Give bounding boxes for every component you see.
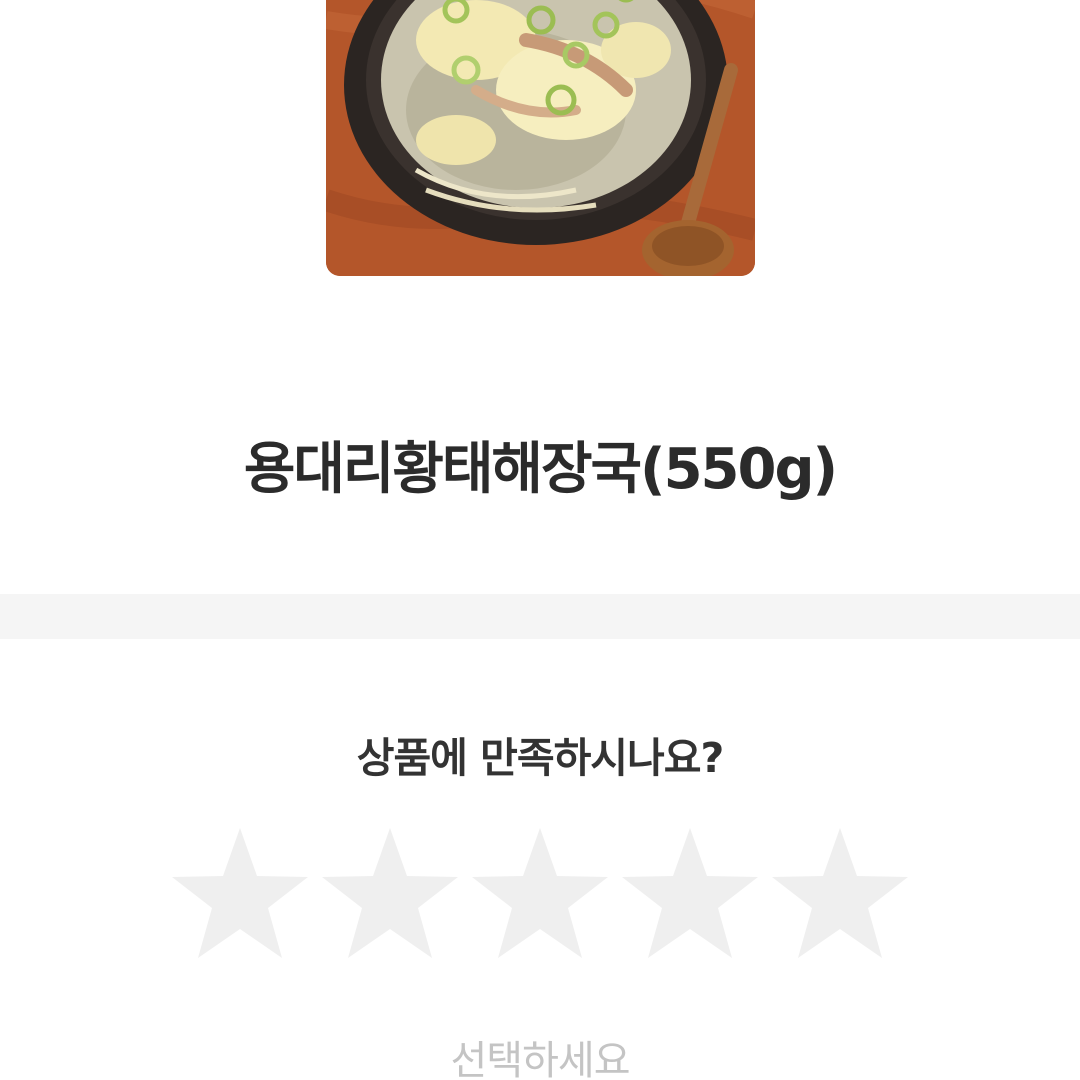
satisfaction-question: 상품에 만족하시나요? bbox=[356, 734, 725, 782]
rating-select-hint: 선택하세요 bbox=[450, 1038, 631, 1080]
section-divider bbox=[0, 594, 1080, 639]
star-1-icon[interactable] bbox=[170, 826, 310, 962]
star-rating[interactable] bbox=[170, 826, 910, 962]
product-image bbox=[326, 0, 755, 276]
star-3-icon[interactable] bbox=[470, 826, 610, 962]
star-4-icon[interactable] bbox=[620, 826, 760, 962]
star-2-icon[interactable] bbox=[320, 826, 460, 962]
product-title: 용대리황태해장국(550g) bbox=[243, 437, 838, 502]
review-page: 용대리황태해장국(550g) 상품에 만족하시나요? 선택하세요 bbox=[0, 0, 1080, 1080]
soup-photo bbox=[326, 0, 755, 276]
star-5-icon[interactable] bbox=[770, 826, 910, 962]
